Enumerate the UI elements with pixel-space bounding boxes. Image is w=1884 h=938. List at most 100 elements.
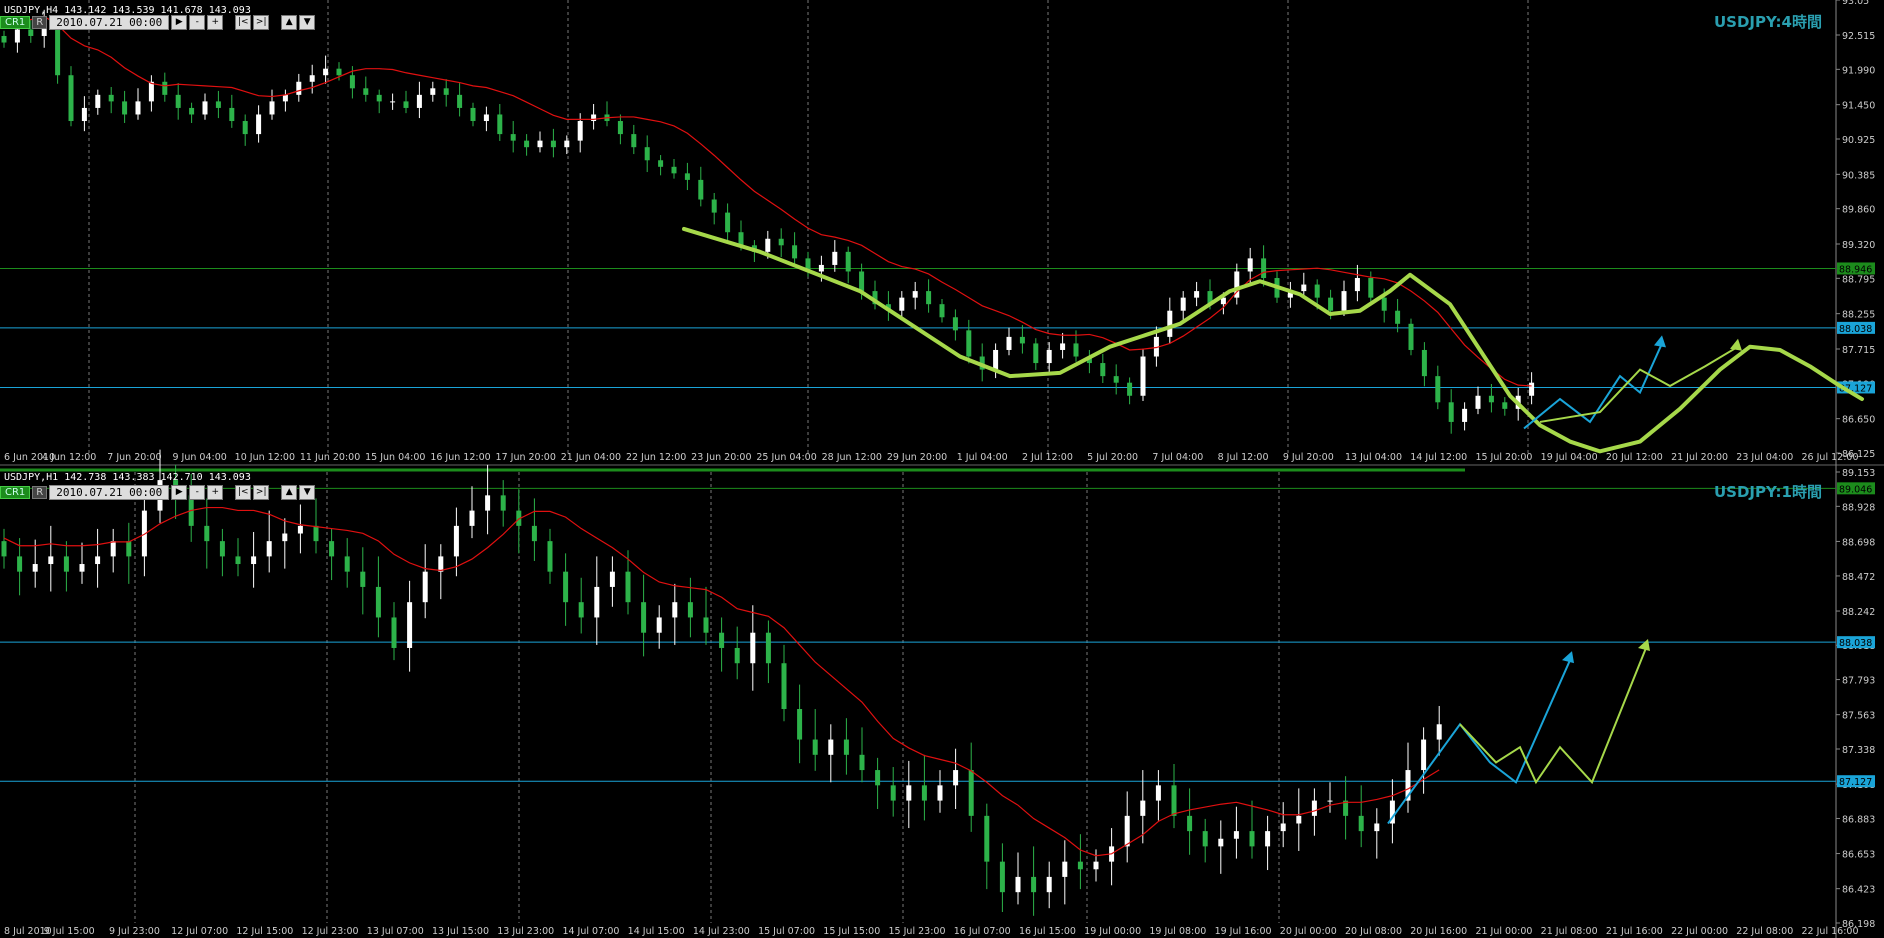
h4-candle-body: [1328, 297, 1334, 311]
h4-candle-body: [1006, 336, 1012, 350]
h4-candle-body: [1261, 258, 1267, 279]
h1-xtick-label: 14 Jul 23:00: [693, 926, 750, 937]
top-last-button[interactable]: >|: [253, 14, 270, 30]
h1-candle-body: [48, 556, 54, 565]
h4-candle-body: [349, 75, 355, 89]
bottom-last-button[interactable]: >|: [253, 484, 270, 500]
bottom-up-button[interactable]: ▲: [281, 484, 298, 500]
top-first-button[interactable]: |<: [235, 14, 252, 30]
bottom-cr-button[interactable]: CR1: [0, 485, 31, 499]
h1-xtick-label: 21 Jul 16:00: [1606, 926, 1663, 937]
h1-level-label: 89.046: [1839, 484, 1872, 495]
h1-candle-body: [1374, 823, 1380, 832]
h4-candle-body: [81, 107, 87, 122]
h4-ytick-label: 89.860: [1842, 205, 1875, 216]
h4-xtick-label: 28 Jun 12:00: [822, 452, 882, 463]
h1-candle-body: [921, 785, 927, 801]
h1-candle-body: [1093, 861, 1099, 870]
h1-candle-body: [594, 586, 600, 618]
h4-candle-body: [899, 297, 905, 311]
h4-candle-body: [939, 304, 945, 318]
h4-candle-body: [28, 29, 34, 36]
h1-candle-body: [1062, 861, 1068, 877]
h1-xtick-label: 13 Jul 23:00: [497, 926, 554, 937]
h4-candle-body: [175, 94, 181, 108]
h1-candle-body: [63, 556, 69, 572]
h4-candle-body: [122, 101, 128, 115]
h4-candle-body: [591, 114, 597, 122]
bottom-r-button[interactable]: R: [32, 485, 48, 499]
top-minus-button[interactable]: -: [189, 14, 206, 30]
h4-xtick-label: 1 Jul 04:00: [957, 452, 1008, 463]
h4-xtick-label: 26 Jul 12:00: [1802, 452, 1859, 463]
top-cr-button[interactable]: CR1: [0, 15, 31, 29]
h4-candle-body: [1019, 336, 1025, 344]
h1-xtick-label: 9 Jul 23:00: [109, 926, 160, 937]
h4-candle-body: [229, 107, 235, 122]
h4-candle-body: [1421, 349, 1427, 377]
h1-ytick-label: 86.653: [1842, 850, 1875, 861]
h1-xtick-label: 22 Jul 00:00: [1671, 926, 1728, 937]
h1-candle-body: [750, 632, 756, 664]
h4-candle-body: [215, 101, 221, 108]
bottom-first-button[interactable]: |<: [235, 484, 252, 500]
h4-ytick-label: 88.795: [1842, 274, 1875, 285]
h1-candle-body: [1296, 815, 1302, 824]
h1-candle-body: [313, 525, 319, 542]
h1-candle-body: [297, 525, 303, 534]
top-down-button[interactable]: ▼: [299, 14, 316, 30]
h4-level-label: 88.038: [1839, 324, 1872, 335]
h1-green-arrow-head: [1638, 638, 1650, 651]
h4-candle-body: [1247, 258, 1253, 272]
h4-ytick-label: 88.255: [1842, 310, 1875, 321]
h4-candle-body: [1, 35, 7, 43]
h1-xtick-label: 16 Jul 15:00: [1019, 926, 1076, 937]
h4-ytick-label: 89.320: [1842, 240, 1875, 251]
h1-candle-body: [797, 709, 803, 740]
bottom-plus-button[interactable]: +: [207, 484, 224, 500]
h4-candle-body: [202, 101, 208, 115]
top-r-button[interactable]: R: [32, 15, 48, 29]
h1-ytick-label: 88.472: [1842, 572, 1875, 583]
h4-green-arrow-head: [1730, 338, 1742, 351]
top-plus-button[interactable]: +: [207, 14, 224, 30]
h4-forecast-wave: [682, 226, 1864, 454]
h4-xtick-label: 5 Jul 20:00: [1087, 452, 1138, 463]
h1-green-arrow-path: [1459, 647, 1647, 785]
h1-candle-body: [1140, 800, 1146, 816]
h4-candle-body: [1354, 278, 1360, 292]
h1-candle-body: [110, 541, 116, 557]
h4-candle-body: [296, 81, 302, 95]
top-date-field[interactable]: 2010.07.21 00:00: [49, 14, 170, 30]
h4-candle-body: [524, 140, 530, 148]
h1-candle-body: [344, 556, 350, 572]
h4-xtick-label: 21 Jul 20:00: [1671, 452, 1728, 463]
h4-candle-body: [55, 22, 61, 76]
h4-candle-body: [269, 101, 275, 115]
bottom-date-field[interactable]: 2010.07.21 00:00: [49, 484, 170, 500]
h1-candle-body: [1358, 815, 1364, 832]
h1-ytick-label: 86.423: [1842, 885, 1875, 896]
h1-candle-body: [765, 632, 771, 664]
bottom-play-button[interactable]: ▶: [171, 484, 188, 500]
h4-candle-body: [443, 88, 449, 95]
h1-candle-body: [578, 602, 584, 618]
h4-xtick-label: 21 Jun 04:00: [561, 452, 621, 463]
top-play-button[interactable]: ▶: [171, 14, 188, 30]
h4-xtick-label: 22 Jun 12:00: [626, 452, 686, 463]
bottom-minus-button[interactable]: -: [189, 484, 206, 500]
h4-candle-body: [993, 349, 999, 370]
h4-xtick-label: 7 Jul 04:00: [1152, 452, 1203, 463]
h4-candle-body: [14, 29, 20, 43]
h1-candle-body: [672, 602, 678, 618]
bottom-toolbar: USDJPY,H1 142.738 143.383 142.710 143.09…: [0, 469, 251, 485]
h4-level-label: 88.946: [1839, 264, 1872, 275]
h1-xtick-label: 20 Jul 16:00: [1410, 926, 1467, 937]
top-up-button[interactable]: ▲: [281, 14, 298, 30]
h4-candle-body: [457, 94, 463, 108]
h4-xtick-label: 17 Jun 20:00: [496, 452, 556, 463]
h1-candle-body: [1015, 876, 1021, 893]
bottom-down-button[interactable]: ▼: [299, 484, 316, 500]
h4-ytick-label: 86.650: [1842, 415, 1875, 426]
h1-candle-body: [1155, 785, 1161, 801]
